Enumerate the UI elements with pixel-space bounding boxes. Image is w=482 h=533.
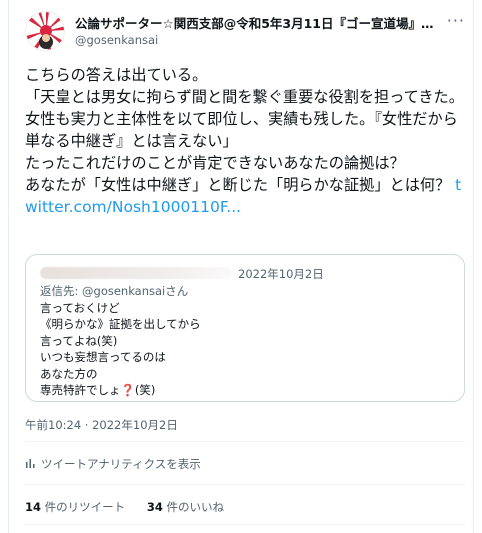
analytics-link[interactable]: ツイートアナリティクスを表示 xyxy=(25,456,201,472)
redacted-author xyxy=(40,267,232,279)
user-handle[interactable]: @gosenkansai xyxy=(75,33,158,47)
quoted-line: いつも妄想言ってるのは xyxy=(40,350,166,364)
tweet-header: 公論サポーター☆関西支部@令和5年3月11日『ゴー宣道場』初の… @gosenk… xyxy=(25,11,465,51)
quoted-line-end: (笑) xyxy=(134,383,156,397)
reply-mention[interactable]: @gosenkansaiさん xyxy=(82,284,188,298)
reply-to: 返信先: @gosenkansaiさん xyxy=(40,283,450,300)
retweets-label: 件のリツイート xyxy=(44,500,126,514)
likes-count: 34 xyxy=(146,500,163,514)
quoted-line: 専売特許でしょ❓(笑) xyxy=(40,382,450,399)
tweet-line: こちらの答えは出ている。 xyxy=(25,66,208,84)
reply-prefix: 返信先: xyxy=(40,284,83,298)
divider xyxy=(25,484,465,485)
quoted-tweet[interactable]: 2022年10月2日 返信先: @gosenkansaiさん 言っておくけど 《… xyxy=(25,254,465,402)
quoted-line: 《明らかな》証拠を出してから xyxy=(40,317,201,331)
likes-label: 件のいいね xyxy=(166,500,225,514)
tweet-line: たったこれだけのことが肯定できないあなたの論拠は？ xyxy=(25,154,405,172)
quoted-line-start: 専売特許でしょ xyxy=(40,383,121,397)
retweets-count: 14 xyxy=(25,500,42,514)
quoted-line: あなた方の xyxy=(40,366,98,381)
engagement-stats: 14 件のリツイート 34 件のいいね xyxy=(25,499,242,515)
question-mark-icon: ❓ xyxy=(120,383,135,397)
quoted-date: 2022年10月2日 xyxy=(238,267,324,281)
retweets-stat[interactable]: 14 件のリツイート xyxy=(25,500,125,514)
quoted-line: 言っておくけど xyxy=(40,300,120,315)
more-options-icon[interactable]: ··· xyxy=(447,11,465,30)
divider xyxy=(25,441,465,442)
quoted-tweet-header: 2022年10月2日 xyxy=(40,265,450,281)
avatar[interactable] xyxy=(25,11,65,51)
display-name[interactable]: 公論サポーター☆関西支部@令和5年3月11日『ゴー宣道場』初の… xyxy=(75,13,445,31)
tweet-timestamp[interactable]: 午前10:24 · 2022年10月2日 xyxy=(25,417,178,433)
tweet-panel: 公論サポーター☆関西支部@令和5年3月11日『ゴー宣道場』初の… @gosenk… xyxy=(8,0,474,533)
tweet-line: あなたが「女性は中継ぎ」と断じた「明らかな証拠」とは何？ xyxy=(25,176,451,194)
tweet-line: 「天皇とは男女に拘らず間と間を繋ぐ重要な役割を担ってきた。女性も実力と主体性を以… xyxy=(25,88,464,150)
divider xyxy=(25,524,465,525)
analytics-label: ツイートアナリティクスを表示 xyxy=(41,457,201,471)
tweet-text: こちらの答えは出ている。 「天皇とは男女に拘らず間と間を繋ぐ重要な役割を担ってき… xyxy=(25,64,465,218)
likes-stat[interactable]: 34 件のいいね xyxy=(147,500,224,514)
quoted-line: 言ってよね(笑) xyxy=(40,333,118,348)
quoted-text: 返信先: @gosenkansaiさん 言っておくけど 《明らかな》証拠を出して… xyxy=(40,283,450,399)
analytics-icon xyxy=(26,459,35,468)
